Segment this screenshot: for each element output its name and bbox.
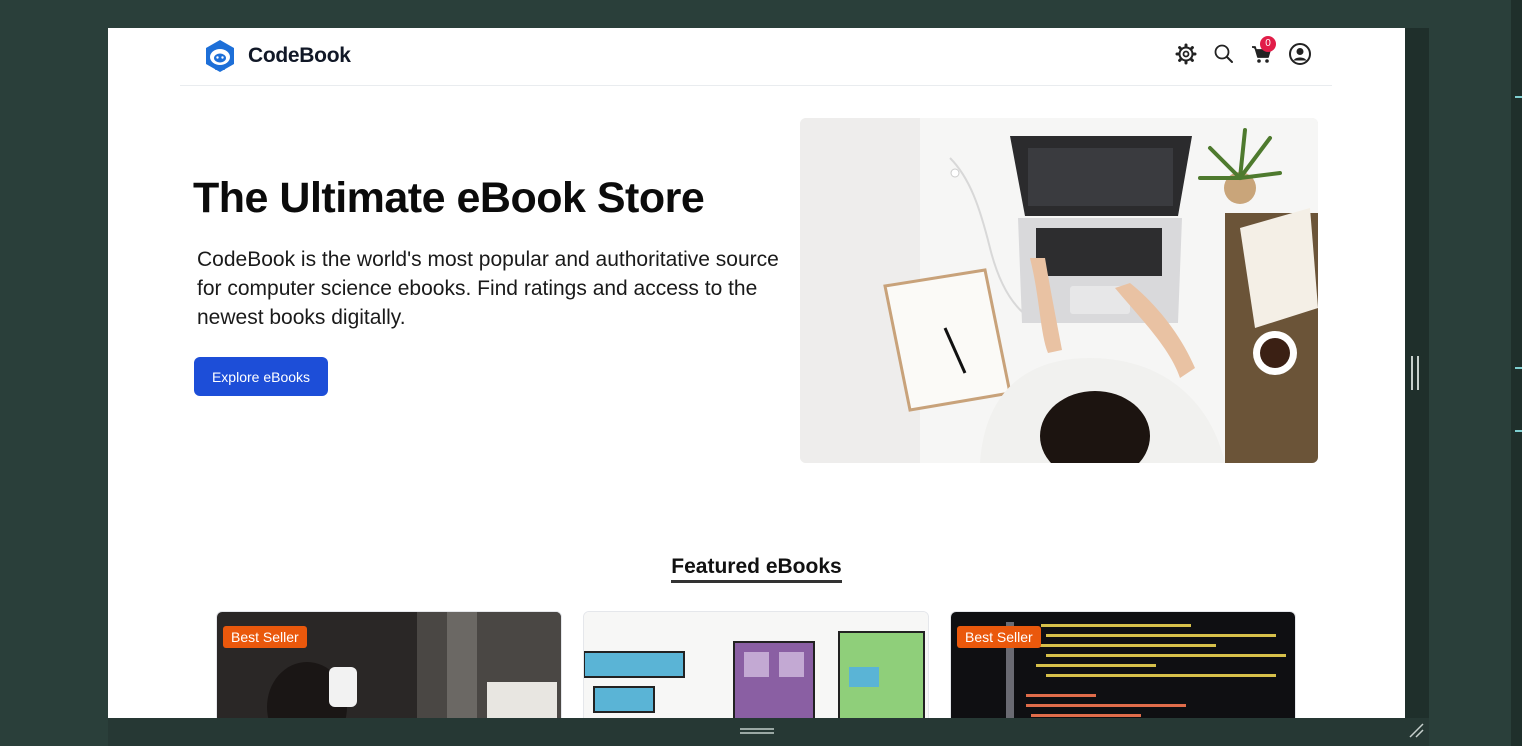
hero-image xyxy=(800,118,1318,463)
hero-illustration xyxy=(800,118,1318,463)
book-cover-image xyxy=(584,612,928,718)
best-seller-badge: Best Seller xyxy=(957,626,1041,648)
book-card[interactable]: Best Seller xyxy=(216,611,562,718)
gear-icon[interactable] xyxy=(1174,42,1198,66)
side-marker xyxy=(1515,367,1522,369)
cart-count-badge: 0 xyxy=(1260,36,1276,52)
side-panel-edge xyxy=(1511,0,1522,746)
hero-description: CodeBook is the world's most popular and… xyxy=(197,248,779,329)
featured-section-title: Featured eBooks xyxy=(108,555,1405,583)
book-card[interactable]: Best Seller xyxy=(950,611,1296,718)
search-icon[interactable] xyxy=(1212,42,1236,66)
page-viewport: CodeBook 0 The Ultimate eBook Store Code… xyxy=(108,28,1405,718)
resize-handle-horizontal[interactable] xyxy=(740,728,774,734)
logo-icon xyxy=(206,40,234,72)
side-marker xyxy=(1515,430,1522,432)
explore-ebooks-button[interactable]: Explore eBooks xyxy=(194,357,328,396)
featured-title: Featured eBooks xyxy=(671,555,842,583)
best-seller-badge: Best Seller xyxy=(223,626,307,648)
nav-icons: 0 xyxy=(1160,36,1312,66)
brand-name: CodeBook xyxy=(248,44,351,67)
resize-handle-vertical[interactable] xyxy=(1411,356,1419,390)
brand-link[interactable]: CodeBook xyxy=(202,38,351,74)
side-marker xyxy=(1515,96,1522,98)
resize-corner-icon[interactable] xyxy=(1408,722,1424,738)
navbar: CodeBook 0 xyxy=(180,28,1332,86)
book-card[interactable] xyxy=(583,611,929,718)
hero-title: The Ultimate eBook Store xyxy=(193,174,705,222)
side-panel xyxy=(1429,0,1522,746)
user-icon[interactable] xyxy=(1288,42,1312,66)
cart-button[interactable]: 0 xyxy=(1250,36,1276,66)
